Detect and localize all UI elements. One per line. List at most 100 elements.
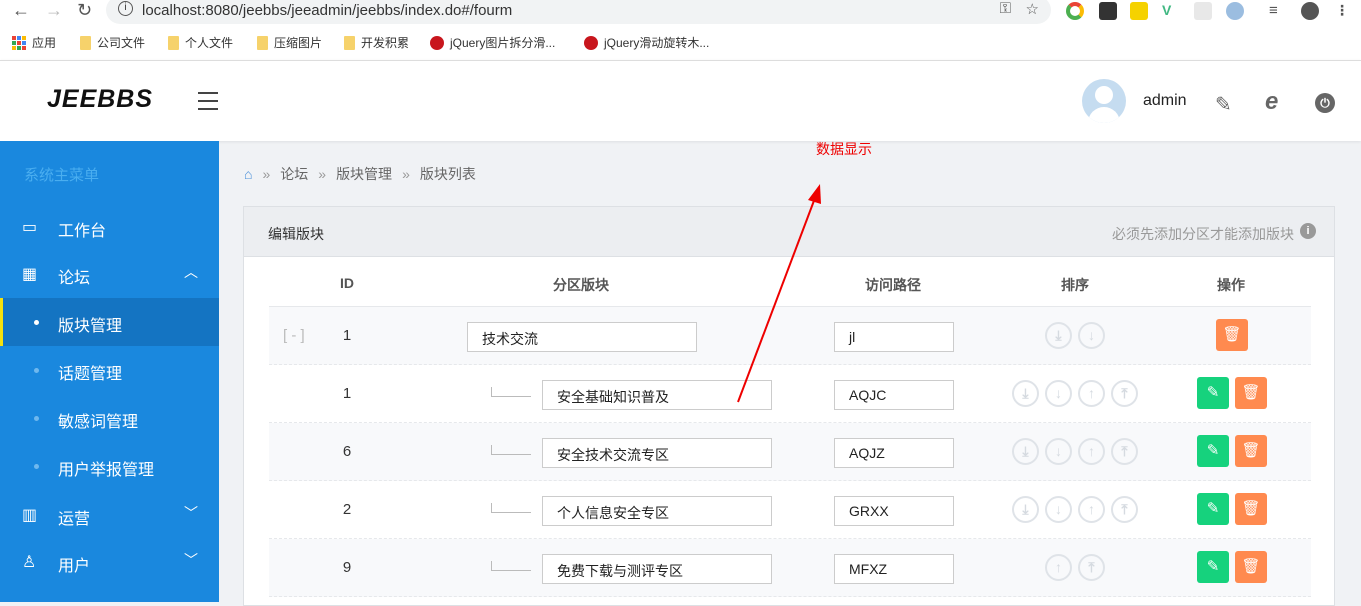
logo[interactable]: JEEBBS [47,85,153,114]
path-input[interactable]: GRXX [834,496,954,526]
star-icon[interactable]: ☆ [1026,0,1039,18]
path-input[interactable]: jl [834,322,954,352]
bookmark[interactable]: 公司文件 [80,34,145,51]
edit-button[interactable]: ✎ [1197,377,1229,409]
move-up-icon[interactable]: ↑ [1078,496,1105,523]
bookmark[interactable]: jQuery滑动旋转木... [584,34,709,51]
grid-icon: ▦ [22,266,38,283]
ext-g-icon[interactable] [1130,2,1148,20]
edit-button[interactable]: ✎ [1197,493,1229,525]
move-down-icon[interactable]: ↓ [1045,380,1072,407]
move-up-icon[interactable]: ↑ [1078,380,1105,407]
sidebar-item-label: 版块管理 [58,318,123,335]
table-row: 6 安全技术交流专区 AQJZ ⤓ ↓ ↑ ⤒ ✎ 🗑 [269,423,1311,481]
breadcrumb-item[interactable]: 版块管理 [336,164,392,184]
user-edit-icon[interactable]: ✎ [1215,92,1232,117]
move-top-icon[interactable]: ⤒ [1111,496,1138,523]
username[interactable]: admin [1143,92,1187,110]
sidebar-item-users[interactable]: ♙ 用户 ﹀ [0,538,219,586]
profile-icon[interactable] [1301,2,1319,20]
bookmark[interactable]: 压缩图片 [257,34,322,51]
path-input[interactable]: AQJC [834,380,954,410]
sort-controls: ⤓ ↓ [1045,322,1105,349]
move-bottom-icon[interactable]: ⤓ [1045,322,1072,349]
path-input[interactable]: AQJZ [834,438,954,468]
sort-controls: ⤓ ↓ ↑ ⤒ [1012,438,1138,465]
info-icon[interactable]: i [118,1,133,16]
move-top-icon[interactable]: ⤒ [1111,380,1138,407]
bookmark-apps[interactable]: 应用 [12,34,56,51]
move-up-icon[interactable]: ↑ [1045,554,1072,581]
move-down-icon[interactable]: ↓ [1078,322,1105,349]
delete-button[interactable]: 🗑 [1216,319,1248,351]
sidebar: 系统主菜单 ▭ 工作台 ▦ 论坛 ︿ 版块管理 话题管理 敏感词管理 用户举报管理 ▥… [0,141,219,602]
reload-icon[interactable]: ↻ [77,0,92,24]
move-bottom-icon[interactable]: ⤓ [1012,380,1039,407]
menu-toggle-icon[interactable] [198,92,218,116]
move-bottom-icon[interactable]: ⤓ [1012,496,1039,523]
move-up-icon[interactable]: ↑ [1078,438,1105,465]
bookmark[interactable]: 个人文件 [168,34,233,51]
move-down-icon[interactable]: ↓ [1045,438,1072,465]
sidebar-item-label: 工作台 [58,223,107,240]
ie-icon[interactable]: e [1265,88,1278,116]
delete-button[interactable]: 🗑 [1235,551,1267,583]
move-top-icon[interactable]: ⤒ [1111,438,1138,465]
folder-icon [257,35,268,50]
sidebar-item-label: 敏感词管理 [58,414,139,431]
address-bar[interactable]: i localhost:8080/jeebbs/jeeadmin/jeebbs/… [106,0,1051,24]
vue-icon[interactable]: V [1162,2,1180,20]
bullet-icon [34,320,39,325]
power-icon[interactable]: ⏻ [1315,93,1335,113]
column-header: 分区版块 [553,277,609,293]
move-top-icon[interactable]: ⤒ [1078,554,1105,581]
user-icon: ♙ [22,554,37,571]
card-notice: 必须先添加分区才能添加版块 [1112,226,1294,242]
bookmark[interactable]: jQuery图片拆分滑... [430,34,555,51]
sidebar-item-topic-manage[interactable]: 话题管理 [0,346,219,394]
board-name-input[interactable]: 个人信息安全专区 [542,496,772,526]
key-icon[interactable]: ⚿ [1000,0,1011,17]
jquery-icon [584,35,598,50]
move-down-icon[interactable]: ↓ [1045,496,1072,523]
edit-button[interactable]: ✎ [1197,435,1229,467]
bookmark[interactable]: 开发积累 [344,34,409,51]
move-bottom-icon[interactable]: ⤓ [1012,438,1039,465]
forward-icon[interactable]: → [45,0,63,24]
delete-button[interactable]: 🗑 [1235,377,1267,409]
apps-icon [12,35,26,50]
back-icon[interactable]: ← [12,0,30,24]
delete-button[interactable]: 🗑 [1235,493,1267,525]
row-id: 9 [342,559,352,576]
board-name-input[interactable]: 安全基础知识普及 [542,380,772,410]
breadcrumb-item[interactable]: 论坛 [280,164,308,184]
delete-button[interactable]: 🗑 [1235,435,1267,467]
sidebar-item-sensitive-words[interactable]: 敏感词管理 [0,394,219,442]
breadcrumb-item: 版块列表 [419,166,476,182]
sidebar-item-dashboard[interactable]: ▭ 工作台 [0,203,219,251]
sidebar-item-forum[interactable]: ▦ 论坛 ︿ [0,250,219,298]
ext-icon[interactable] [1099,2,1117,20]
media-icon[interactable]: ≡ [1269,2,1287,20]
collapse-toggle[interactable]: [ - ] [283,327,305,344]
ext-icon[interactable] [1226,2,1244,20]
sort-controls: ⤓ ↓ ↑ ⤒ [1012,380,1138,407]
row-id: 1 [342,385,352,402]
board-name-input[interactable]: 安全技术交流专区 [542,438,772,468]
avatar[interactable] [1082,79,1126,123]
react-icon[interactable] [1194,2,1212,20]
home-icon[interactable]: ⌂ [244,166,252,182]
board-name-input[interactable]: 技术交流 [467,322,697,352]
sidebar-item-operations[interactable]: ▥ 运营 ﹀ [0,491,219,539]
chrome-ext-icon[interactable] [1066,2,1084,20]
path-input[interactable]: MFXZ [834,554,954,584]
menu-icon[interactable]: ⋮ [1335,2,1353,20]
board-name-input[interactable]: 免费下载与测评专区 [542,554,772,584]
sort-controls: ⤓ ↓ ↑ ⤒ [1012,496,1138,523]
chevron-down-icon: ﹀ [184,552,198,568]
sidebar-item-board-manage[interactable]: 版块管理 [0,298,219,346]
edit-button[interactable]: ✎ [1197,551,1229,583]
sidebar-item-user-reports[interactable]: 用户举报管理 [0,442,219,490]
bullet-icon [34,368,39,373]
tree-line [491,445,531,455]
